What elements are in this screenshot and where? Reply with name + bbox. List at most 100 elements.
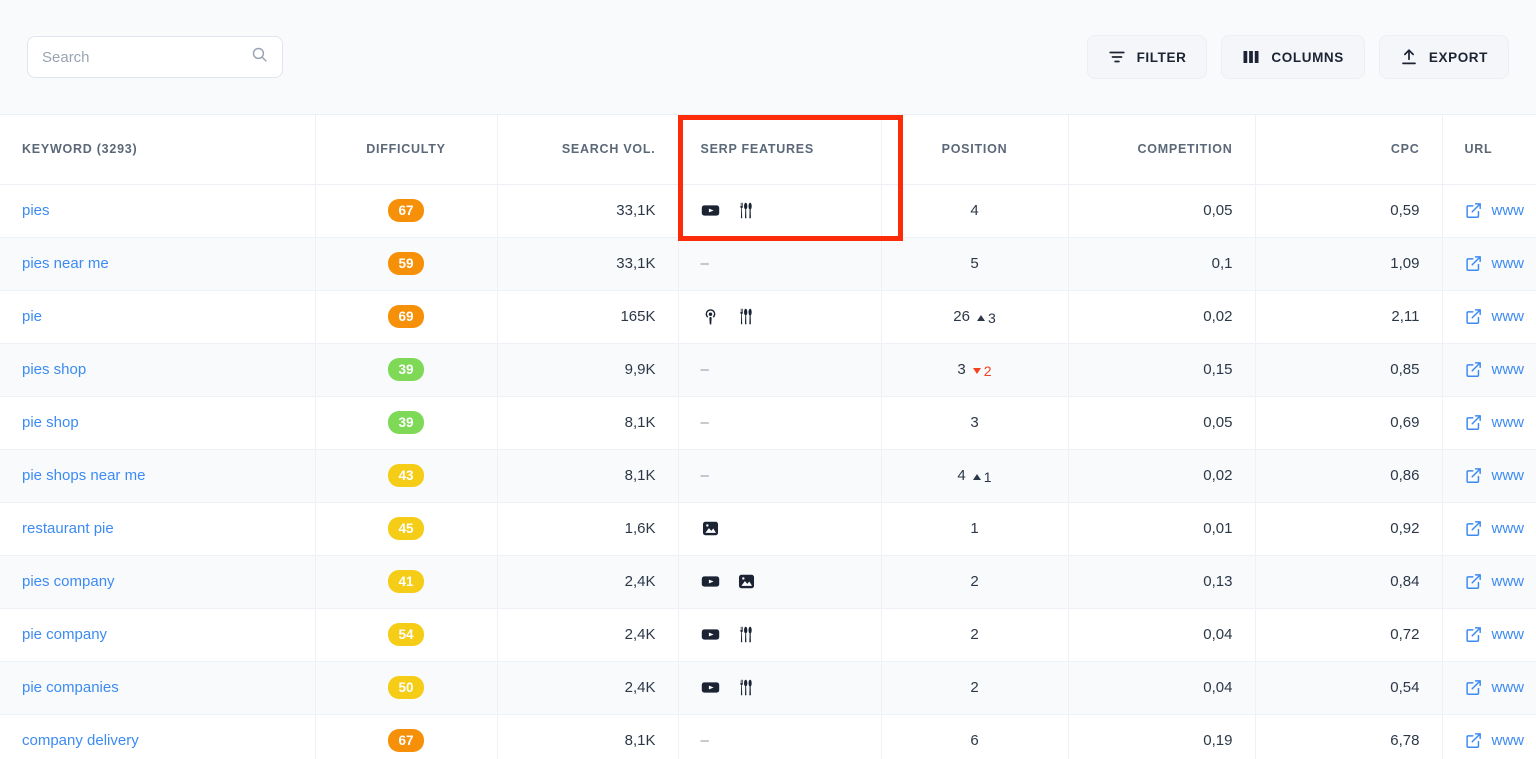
table-row[interactable]: pie companies 50 2,4K 2 0,04 0,54 www xyxy=(0,661,1536,715)
column-header-competition[interactable]: COMPETITION xyxy=(1068,115,1256,185)
external-link-icon[interactable] xyxy=(1465,255,1482,272)
cell-url: www xyxy=(1442,714,1536,759)
cell-difficulty: 69 xyxy=(315,290,498,344)
external-link-icon[interactable] xyxy=(1465,414,1482,431)
keyword-link[interactable]: pies shop xyxy=(22,361,86,378)
podcast-icon[interactable] xyxy=(701,307,720,326)
keyword-link[interactable]: restaurant pie xyxy=(22,520,114,537)
column-header-url[interactable]: URL xyxy=(1442,115,1536,185)
table-row[interactable]: pie 69 165K 26 3 0,02 2,11 www xyxy=(0,290,1536,344)
external-link-icon[interactable] xyxy=(1465,361,1482,378)
external-link-icon[interactable] xyxy=(1465,573,1482,590)
url-link[interactable]: www xyxy=(1465,361,1536,378)
url-text[interactable]: www xyxy=(1492,732,1525,749)
external-link-icon[interactable] xyxy=(1465,732,1482,749)
url-link[interactable]: www xyxy=(1465,414,1536,431)
table-row[interactable]: restaurant pie 45 1,6K 1 0,01 0,92 www xyxy=(0,502,1536,556)
url-link[interactable]: www xyxy=(1465,732,1536,749)
cell-difficulty: 39 xyxy=(315,396,498,450)
table-row[interactable]: pie shop 39 8,1K – 3 0,05 0,69 www xyxy=(0,396,1536,450)
url-text[interactable]: www xyxy=(1492,520,1525,537)
columns-button[interactable]: COLUMNS xyxy=(1221,35,1365,79)
restaurant-icon[interactable] xyxy=(737,625,756,644)
difficulty-badge: 69 xyxy=(388,305,424,328)
cell-search-volume: 2,4K xyxy=(497,555,679,609)
url-link[interactable]: www xyxy=(1465,467,1536,484)
cell-competition: 0,13 xyxy=(1068,555,1256,609)
table-row[interactable]: pies 67 33,1K 4 0,05 0,59 www xyxy=(0,184,1536,238)
keyword-link[interactable]: pie shop xyxy=(22,414,79,431)
column-header-serp-features[interactable]: SERP FEATURES xyxy=(678,115,882,185)
url-link[interactable]: www xyxy=(1465,573,1536,590)
url-link[interactable]: www xyxy=(1465,255,1536,272)
image-icon[interactable] xyxy=(737,572,756,591)
external-link-icon[interactable] xyxy=(1465,202,1482,219)
position-value-wrap: 1 xyxy=(970,520,978,537)
keyword-link[interactable]: pie xyxy=(22,308,42,325)
column-header-difficulty[interactable]: DIFFICULTY xyxy=(315,115,498,185)
restaurant-icon[interactable] xyxy=(737,201,756,220)
image-icon[interactable] xyxy=(701,519,720,538)
external-link-icon[interactable] xyxy=(1465,520,1482,537)
keyword-link[interactable]: pie companies xyxy=(22,679,119,696)
cell-serp-features xyxy=(678,608,882,662)
search-box[interactable] xyxy=(27,36,283,78)
column-header-search-vol[interactable]: SEARCH VOL. xyxy=(497,115,679,185)
arrow-down-icon xyxy=(972,367,981,374)
keyword-link[interactable]: pie company xyxy=(22,626,107,643)
table-row[interactable]: pies company 41 2,4K 2 0,13 0,84 www xyxy=(0,555,1536,609)
url-text[interactable]: www xyxy=(1492,679,1525,696)
url-link[interactable]: www xyxy=(1465,308,1536,325)
restaurant-icon[interactable] xyxy=(737,678,756,697)
url-text[interactable]: www xyxy=(1492,626,1525,643)
serp-feature-list: – xyxy=(701,397,859,449)
cell-serp-features xyxy=(678,502,882,556)
table-row[interactable]: pies near me 59 33,1K – 5 0,1 1,09 www xyxy=(0,237,1536,291)
external-link-icon[interactable] xyxy=(1465,626,1482,643)
position-value: 3 xyxy=(957,360,966,378)
url-text[interactable]: www xyxy=(1492,202,1525,219)
table-row[interactable]: company delivery 67 8,1K – 6 0,19 6,78 www xyxy=(0,714,1536,759)
filter-button[interactable]: FILTER xyxy=(1086,35,1208,79)
video-icon[interactable] xyxy=(701,201,720,220)
column-header-keyword[interactable]: KEYWORD (3293) xyxy=(0,115,316,185)
export-button[interactable]: EXPORT xyxy=(1378,35,1509,79)
keyword-link[interactable]: company delivery xyxy=(22,732,139,749)
url-text[interactable]: www xyxy=(1492,308,1525,325)
url-link[interactable]: www xyxy=(1465,202,1536,219)
column-header-position[interactable]: POSITION xyxy=(881,115,1069,185)
external-link-icon[interactable] xyxy=(1465,308,1482,325)
keyword-link[interactable]: pie shops near me xyxy=(22,467,145,484)
url-text[interactable]: www xyxy=(1492,255,1525,272)
video-icon[interactable] xyxy=(701,625,720,644)
url-text[interactable]: www xyxy=(1492,361,1525,378)
keyword-link[interactable]: pies company xyxy=(22,573,115,590)
position-change-value: 1 xyxy=(983,468,992,485)
url-link[interactable]: www xyxy=(1465,679,1536,696)
keyword-link[interactable]: pies xyxy=(22,202,50,219)
video-icon[interactable] xyxy=(701,678,720,697)
url-text[interactable]: www xyxy=(1492,414,1525,431)
external-link-icon[interactable] xyxy=(1465,467,1482,484)
cell-competition: 0,05 xyxy=(1068,396,1256,450)
url-text[interactable]: www xyxy=(1492,573,1525,590)
video-icon[interactable] xyxy=(701,572,720,591)
position-change-up: 1 xyxy=(972,468,992,485)
column-header-cpc[interactable]: CPC xyxy=(1255,115,1443,185)
url-link[interactable]: www xyxy=(1465,520,1536,537)
keyword-link[interactable]: pies near me xyxy=(22,255,109,272)
cell-competition: 0,01 xyxy=(1068,502,1256,556)
url-text[interactable]: www xyxy=(1492,467,1525,484)
search-input[interactable] xyxy=(42,48,243,66)
external-link-icon[interactable] xyxy=(1465,679,1482,696)
table-row[interactable]: pie shops near me 43 8,1K – 4 1 0,02 0,86 www xyxy=(0,449,1536,503)
table-row[interactable]: pie company 54 2,4K 2 0,04 0,72 www xyxy=(0,608,1536,662)
cell-position: 1 xyxy=(881,502,1069,556)
url-link[interactable]: www xyxy=(1465,626,1536,643)
cell-search-volume: 2,4K xyxy=(497,661,679,715)
restaurant-icon[interactable] xyxy=(737,307,756,326)
cell-url: www xyxy=(1442,502,1536,556)
cell-cpc: 0,72 xyxy=(1255,608,1443,662)
table-row[interactable]: pies shop 39 9,9K – 3 2 0,15 0,85 www xyxy=(0,343,1536,397)
cell-serp-features xyxy=(678,661,882,715)
